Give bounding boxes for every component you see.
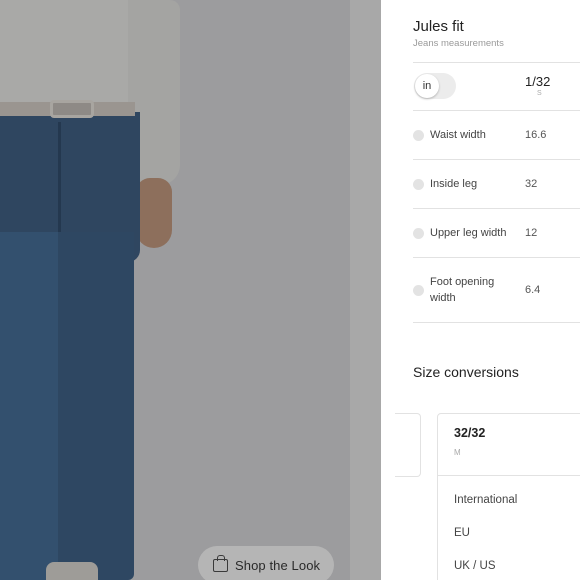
- size-card-previous[interactable]: [395, 413, 421, 477]
- measurement-row: Upper leg width 12: [413, 225, 580, 241]
- size-column-letter: S: [537, 90, 542, 97]
- conversion-row: EU: [454, 527, 470, 539]
- product-image: [0, 0, 381, 580]
- info-dot-icon[interactable]: [413, 227, 424, 239]
- conversion-row: UK / US: [454, 560, 496, 572]
- jeans-leg-left: [0, 232, 60, 580]
- size-card[interactable]: 32/32 M International EU UK / US: [437, 413, 580, 580]
- info-dot-icon[interactable]: [413, 178, 424, 190]
- measurement-label: Upper leg width: [430, 227, 507, 239]
- model-sweater: [0, 0, 135, 110]
- fit-title: Jules fit: [413, 18, 464, 35]
- fit-panel: Jules fit Jeans measurements in 1/32 S W…: [381, 0, 580, 580]
- measurement-value: 32: [525, 178, 538, 190]
- fit-subtitle: Jeans measurements: [413, 38, 504, 49]
- divider: [413, 110, 580, 111]
- model-shoe: [46, 562, 98, 580]
- photo-backdrop-edge: [350, 0, 381, 580]
- measurement-label: Waist width: [430, 129, 486, 141]
- measurement-label: Foot opening width: [430, 276, 495, 304]
- size-conversions-title: Size conversions: [413, 364, 519, 380]
- measurement-value: 16.6: [525, 129, 547, 141]
- divider: [413, 159, 580, 160]
- measurement-value: 6.4: [525, 284, 541, 296]
- shop-the-look-label: Shop the Look: [235, 557, 321, 573]
- jeans-leg-right: [58, 232, 134, 580]
- divider: [413, 322, 580, 323]
- info-dot-icon[interactable]: [413, 129, 424, 141]
- shop-the-look-button[interactable]: Shop the Look: [198, 546, 334, 580]
- size-card-size: 32/32: [454, 426, 486, 440]
- measurement-row: Inside leg 32: [413, 176, 580, 192]
- divider: [438, 475, 580, 476]
- belt-buckle: [50, 100, 94, 118]
- unit-toggle-knob: in: [415, 74, 439, 98]
- info-dot-icon[interactable]: [413, 284, 424, 296]
- divider: [413, 62, 580, 63]
- measurement-value: 12: [525, 227, 538, 239]
- divider: [413, 257, 580, 258]
- unit-toggle[interactable]: in: [414, 73, 456, 99]
- jeans-fly: [58, 122, 61, 232]
- model-jeans: [0, 112, 140, 580]
- conversion-row: International: [454, 494, 518, 506]
- size-column-header: 1/32: [525, 74, 551, 89]
- measurement-row: Foot opening width 6.4: [413, 274, 580, 306]
- size-card-letter: M: [454, 448, 461, 457]
- measurement-label: Inside leg: [430, 178, 478, 190]
- divider: [413, 208, 580, 209]
- measurement-row: Waist width 16.6: [413, 127, 580, 143]
- model-hand: [136, 178, 172, 248]
- shopping-bag-icon: [213, 554, 228, 572]
